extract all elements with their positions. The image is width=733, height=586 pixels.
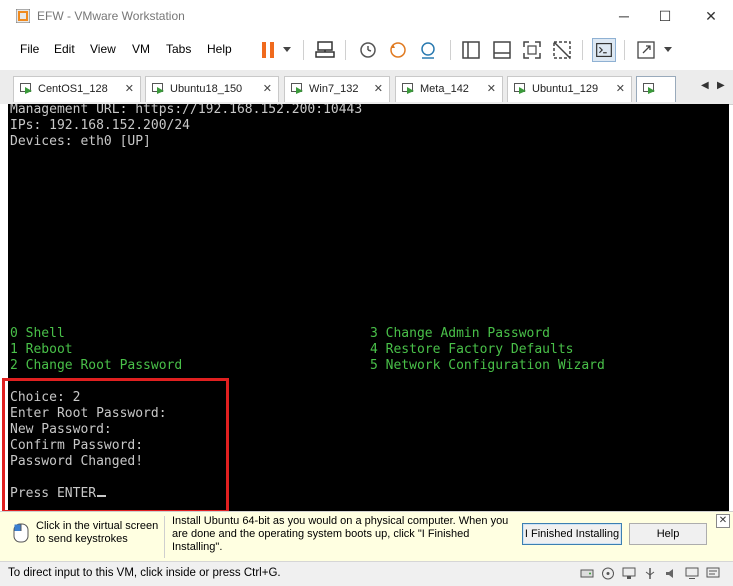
tab-label: Meta_142	[420, 83, 469, 95]
console-line: Management URL: https://192.168.152.200:…	[10, 104, 363, 117]
status-text: To direct input to this VM, click inside…	[8, 567, 281, 579]
cd-dvd-icon[interactable]	[601, 567, 615, 580]
tab-label: CentOS1_128	[38, 83, 108, 95]
help-button[interactable]: Help	[629, 523, 707, 545]
toolbar-divider	[303, 40, 304, 60]
tab-scroll-right-icon[interactable]: ▶	[717, 80, 725, 91]
close-icon[interactable]: ✕	[374, 82, 383, 95]
menu-help[interactable]: Help	[207, 42, 232, 56]
stretch-dropdown-icon[interactable]	[663, 46, 673, 54]
message-log-icon[interactable]	[706, 567, 720, 580]
console-line: Devices: eth0 [UP]	[10, 134, 151, 149]
network-adapter-icon[interactable]	[622, 567, 636, 580]
console-view-icon[interactable]	[592, 38, 616, 62]
vm-icon	[291, 83, 303, 94]
hard-disk-icon[interactable]	[580, 567, 594, 580]
full-screen-icon[interactable]	[520, 38, 544, 62]
tab-scroll-left-icon[interactable]: ◀	[701, 80, 709, 91]
menu-edit[interactable]: Edit	[54, 42, 75, 56]
tab-label: Win7_132	[309, 83, 359, 95]
console-menu-option: 2 Change Root Password	[10, 358, 183, 373]
hint-click-text: Click in the virtual screen to send keys…	[36, 520, 159, 545]
tab-ubuntu1-129[interactable]: Ubuntu1_129 ✕	[507, 76, 632, 102]
menu-vm[interactable]: VM	[132, 42, 150, 56]
console-line: IPs: 192.168.152.200/24	[10, 118, 191, 133]
hint-message: Install Ubuntu 64-bit as you would on a …	[172, 515, 509, 553]
tab-meta-142[interactable]: Meta_142 ✕	[395, 76, 503, 102]
library-icon[interactable]	[459, 38, 483, 62]
vmware-app-icon	[16, 9, 30, 23]
send-ctrl-alt-del-icon[interactable]	[313, 38, 337, 62]
menu-file[interactable]: File	[20, 42, 39, 56]
tab-ubuntu18-150[interactable]: Ubuntu18_150 ✕	[145, 76, 279, 102]
maximize-button[interactable]: ☐	[651, 4, 679, 28]
unity-icon[interactable]	[550, 38, 574, 62]
toolbar-divider	[450, 40, 451, 60]
vm-icon	[514, 83, 526, 94]
tab-efw-active[interactable]	[636, 76, 676, 102]
vm-icon	[402, 83, 414, 94]
stretch-icon[interactable]	[634, 38, 658, 62]
menu-view[interactable]: View	[90, 42, 116, 56]
display-icon[interactable]	[685, 567, 699, 580]
close-icon[interactable]: ✕	[616, 82, 625, 95]
sound-card-icon[interactable]	[664, 567, 678, 580]
close-icon[interactable]: ✕	[125, 82, 134, 95]
close-icon[interactable]: ✕	[263, 82, 272, 95]
close-icon[interactable]: ✕	[487, 82, 496, 95]
menu-tabs[interactable]: Tabs	[166, 42, 191, 56]
dropdown-arrow-icon[interactable]	[282, 46, 292, 54]
snapshot-icon[interactable]	[356, 38, 380, 62]
console-menu-option: 4 Restore Factory Defaults	[370, 342, 574, 357]
tab-label: Ubuntu18_150	[170, 83, 243, 95]
finished-installing-button[interactable]: I Finished Installing	[522, 523, 622, 545]
vm-icon	[152, 83, 164, 94]
console-menu-option: 1 Reboot	[10, 342, 73, 357]
mouse-click-icon	[13, 523, 29, 543]
tab-win7-132[interactable]: Win7_132 ✕	[284, 76, 390, 102]
highlight-box	[2, 378, 229, 513]
console-menu-option: 5 Network Configuration Wizard	[370, 358, 605, 373]
window-title: EFW - VMware Workstation	[37, 9, 185, 23]
hint-divider	[164, 516, 165, 558]
console-menu-option: 3 Change Admin Password	[370, 326, 551, 341]
install-hint-bar: Click in the virtual screen to send keys…	[0, 511, 733, 562]
title-bar: EFW - VMware Workstation ─ ☐ ✕	[0, 0, 733, 32]
tab-centos1-128[interactable]: CentOS1_128 ✕	[13, 76, 141, 102]
vm-icon	[643, 83, 655, 94]
vm-icon	[20, 83, 32, 94]
status-bar: To direct input to this VM, click inside…	[0, 561, 733, 586]
close-window-button[interactable]: ✕	[697, 4, 725, 28]
thumbnail-bar-icon[interactable]	[490, 38, 514, 62]
hint-close-button[interactable]: ✕	[716, 514, 730, 528]
tab-label: Ubuntu1_129	[532, 83, 599, 95]
minimize-button[interactable]: ─	[610, 4, 638, 28]
toolbar-divider	[624, 40, 625, 60]
revert-snapshot-icon[interactable]	[386, 38, 410, 62]
console-menu-option: 0 Shell	[10, 326, 65, 341]
vm-tab-strip: CentOS1_128 ✕ Ubuntu18_150 ✕ Win7_132 ✕ …	[0, 70, 733, 105]
toolbar-divider	[582, 40, 583, 60]
usb-icon[interactable]	[643, 567, 657, 580]
toolbar-divider	[345, 40, 346, 60]
snapshot-manager-icon[interactable]	[416, 38, 440, 62]
menu-toolbar: File Edit View VM Tabs Help	[0, 32, 733, 68]
pause-icon[interactable]	[256, 38, 280, 62]
